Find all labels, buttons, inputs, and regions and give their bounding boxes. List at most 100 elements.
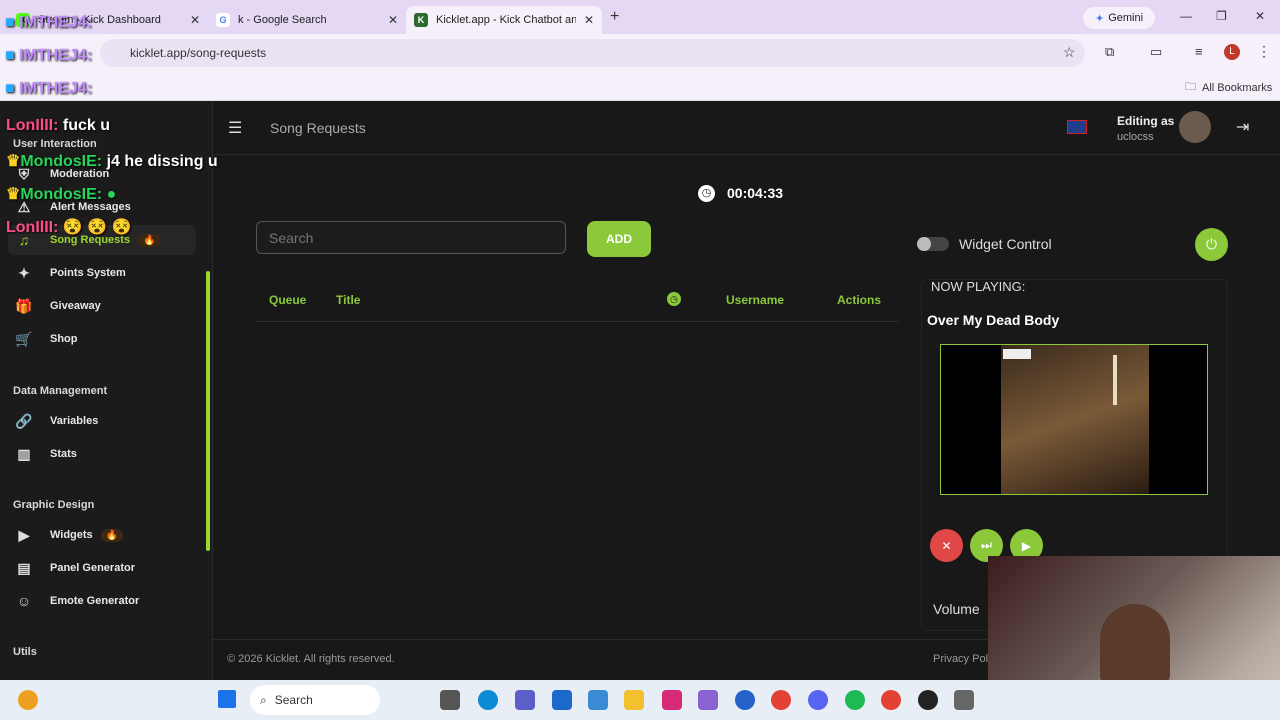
chat-message: LonIlII: fuck u [6, 117, 110, 135]
privacy-link[interactable]: Privacy Pol [933, 653, 988, 665]
chat-text: j4 he dissing u [106, 153, 218, 170]
sidebar-item-emote-generator[interactable]: ☺ Emote Generator [8, 586, 196, 616]
restore-icon[interactable]: ❐ [1216, 9, 1227, 23]
sidebar-item-points-system[interactable]: ✦ Points System [8, 258, 196, 288]
app-icon[interactable] [918, 690, 938, 710]
windows-start-icon[interactable] [218, 690, 236, 708]
sidebar-item-label: Variables [50, 415, 99, 427]
fire-badge: 🔥 [100, 528, 124, 542]
address-bar-row: kicklet.app/song-requests ☆ ⧉ ▭ ≡ L ⋮ [0, 34, 1280, 72]
chrome-icon[interactable] [881, 690, 901, 710]
settings-icon[interactable] [954, 690, 974, 710]
streamer-figure [1100, 604, 1170, 684]
edge-icon[interactable] [478, 690, 498, 710]
file-explorer-icon[interactable] [624, 690, 644, 710]
browser-tab-google[interactable]: G k - Google Search ✕ [208, 6, 406, 34]
volume-label: Volume [933, 601, 980, 617]
add-button[interactable]: ADD [587, 221, 651, 257]
browser-tab-bar: K Stream - Kick Dashboard ✕ G k - Google… [0, 0, 1280, 34]
cube-icon: ■ [5, 14, 15, 31]
sidebar-item-shop[interactable]: 🛒 Shop [8, 324, 196, 354]
sidebar-item-label: Stats [50, 448, 77, 460]
extensions-icon[interactable]: ⧉ [1105, 44, 1114, 60]
star-icon[interactable]: ☆ [1063, 44, 1076, 61]
overlay-name: ■ IMTHEJ4: [5, 47, 92, 80]
widgets-icon[interactable] [18, 690, 38, 710]
media-icon[interactable]: ≡ [1195, 44, 1203, 59]
folder-icon: 🗀 [1185, 81, 1196, 93]
avatar[interactable] [1179, 111, 1211, 143]
duration-clock-icon: ◷ [667, 292, 681, 306]
close-tab-icon[interactable]: ✕ [190, 13, 200, 27]
overlay-name-text: IMTHEJ4: [19, 47, 93, 64]
stream-timer: 00:04:33 [727, 185, 784, 201]
cart-icon: 🛒 [15, 330, 33, 347]
overlay-name-text: IMTHEJ4: [19, 14, 93, 31]
page-title: Song Requests [270, 120, 366, 136]
logout-icon[interactable]: ⇥ [1236, 117, 1249, 137]
gemini-button[interactable]: ✦ Gemini [1083, 7, 1155, 29]
close-tab-icon[interactable]: ✕ [388, 13, 398, 27]
menu-dots-icon[interactable]: ⋮ [1257, 43, 1271, 60]
discord-icon[interactable] [808, 690, 828, 710]
bookmarks-bar: 🗀 All Bookmarks [0, 72, 1280, 101]
sidebar-scrollbar[interactable] [206, 271, 210, 551]
taskbar-search-label: Search [274, 693, 313, 707]
sidebar-item-widgets[interactable]: ▶ Widgets 🔥 [8, 520, 196, 550]
profile-avatar[interactable]: L [1224, 44, 1240, 60]
spotify-icon[interactable] [845, 690, 865, 710]
sidebar-item-label: Shop [50, 333, 78, 345]
copilot-icon[interactable] [698, 690, 718, 710]
instagram-icon[interactable] [662, 690, 682, 710]
uk-flag-icon[interactable] [1067, 120, 1087, 134]
new-tab-icon[interactable]: + [610, 8, 619, 26]
close-tab-icon[interactable]: ✕ [584, 13, 594, 27]
overlay-name: ■ IMTHEJ4: [5, 80, 92, 113]
now-playing-song: Over My Dead Body [927, 312, 1060, 328]
sidebar-item-variables[interactable]: 🔗 Variables [8, 406, 196, 436]
crown-icon: ♛ [6, 153, 21, 170]
column-queue: Queue [269, 293, 307, 307]
column-actions: Actions [837, 293, 882, 307]
emote-icon: ☺ [16, 593, 32, 609]
sidebar-item-panel-generator[interactable]: ▤ Panel Generator [8, 553, 196, 583]
store-icon[interactable] [552, 690, 572, 710]
kicklet-icon: K [414, 13, 428, 27]
video-icon: ▶ [18, 526, 30, 543]
section-data-management: Data Management [13, 385, 108, 397]
tab-title: k - Google Search [238, 14, 327, 26]
power-button[interactable]: ⏻ [1195, 228, 1228, 261]
panel-icon: ▤ [17, 559, 31, 576]
chat-message: ♛MondosIE: j4 he dissing u [6, 151, 218, 171]
teams-icon[interactable] [515, 690, 535, 710]
browser-tab-kicklet[interactable]: K Kickl​et.app - Kick Chatbot and ✕ [406, 6, 602, 34]
widget-control-toggle[interactable] [917, 237, 949, 251]
all-bookmarks[interactable]: 🗀 All Bookmarks [1185, 78, 1272, 97]
url-field[interactable]: kicklet.app/song-requests [100, 39, 1085, 67]
sidebar-item-stats[interactable]: ▥ Stats [8, 439, 196, 469]
chat-message: LonIlII: 😵 😵 😵 [6, 217, 132, 237]
sidebar-item-giveaway[interactable]: 🎁 Giveaway [8, 291, 196, 321]
app-icon[interactable] [735, 690, 755, 710]
app-icon[interactable] [588, 690, 608, 710]
advisory-label-icon [1003, 349, 1031, 359]
remove-song-button[interactable]: ✕ [930, 529, 963, 562]
sidebar-item-label: Giveaway [50, 300, 101, 312]
chat-text: fuck u [62, 117, 111, 134]
close-window-icon[interactable]: ✕ [1255, 9, 1265, 23]
table-divider [256, 321, 898, 322]
album-art-frame [940, 344, 1208, 495]
menu-toggle-icon[interactable]: ☰ [228, 118, 242, 138]
search-icon: ⌕ [260, 692, 267, 707]
chat-user: LonIlII: [6, 219, 59, 236]
chat-text: 😵 😵 😵 [62, 219, 132, 236]
task-view-icon[interactable] [440, 690, 460, 710]
gift-icon: 🎁 [15, 297, 33, 314]
search-input[interactable] [256, 221, 566, 254]
cast-icon[interactable]: ▭ [1150, 44, 1162, 60]
taskbar-search[interactable]: ⌕ Search [250, 685, 380, 715]
minimize-icon[interactable]: — [1180, 9, 1192, 23]
chrome-icon[interactable] [771, 690, 791, 710]
section-user-interaction: User Interaction [13, 138, 97, 150]
overlay-name-list: ■ IMTHEJ4: ■ IMTHEJ4: ■ IMTHEJ4: [5, 14, 92, 113]
